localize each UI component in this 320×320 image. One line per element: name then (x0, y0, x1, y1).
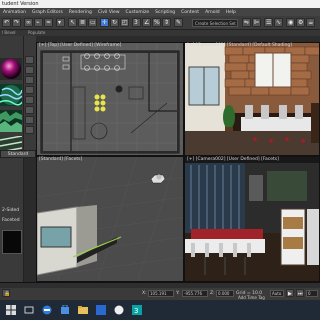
sample-type-icon[interactable] (25, 56, 34, 64)
unlink-icon[interactable]: ⌁ (34, 18, 43, 27)
ribbon-label-populate[interactable]: Populate (28, 30, 45, 35)
viewport-camera002-label[interactable]: [+] [Camera002] [User Defined] [Facets] (187, 157, 279, 162)
y-coord-label: Y: (176, 291, 180, 296)
curve-editor-icon[interactable]: ∿ (274, 18, 283, 27)
select-by-name-icon[interactable]: ≣ (78, 18, 87, 27)
floor-plan-wireframe (37, 43, 183, 155)
snap-icon[interactable]: 3 (132, 18, 141, 27)
menu-item-graph-editors[interactable]: Graph Editors (29, 10, 66, 15)
title-bar: tudent Version (0, 0, 320, 8)
edge-browser-icon[interactable] (42, 305, 52, 315)
key-mode-field[interactable]: Auto (270, 290, 284, 297)
material-sphere-green[interactable] (0, 84, 22, 106)
menu-item-scripting[interactable]: Scripting (152, 10, 178, 15)
selection-set-dropdown[interactable]: Create Selection Set (192, 19, 238, 27)
named-selection-icon[interactable]: ✎ (174, 18, 183, 27)
app-icon-blue[interactable] (96, 305, 106, 315)
menu-item-arnold[interactable]: Arnold (202, 10, 223, 15)
link-icon[interactable]: ∞ (24, 18, 33, 27)
viewport-perspective[interactable] (36, 156, 184, 282)
material-sphere-purple[interactable] (0, 58, 22, 80)
make-preview-icon[interactable] (25, 106, 34, 114)
rectangular-selection-icon[interactable]: ▭ (88, 18, 97, 27)
camera-target-marker (115, 85, 123, 93)
spinner-snap-icon[interactable]: ⇕ (162, 18, 171, 27)
task-view-icon[interactable] (24, 305, 34, 315)
material-options-icon[interactable] (25, 116, 34, 124)
material-type-button[interactable]: Standard (0, 150, 36, 158)
y-coord-field[interactable]: -955.776 (182, 290, 208, 297)
faceted-label[interactable]: Faceted (2, 218, 20, 223)
camera001-render (185, 43, 319, 155)
app-icon-white[interactable] (114, 305, 124, 315)
bind-space-warp-icon[interactable]: ≈ (44, 18, 53, 27)
main-toolbar: ↶ ↷ ∞ ⌁ ≈ ▾ ↖ ≣ ▭ ✛ ↻ ◰ 3 ∠ % ⇕ ✎ Create… (0, 16, 320, 30)
viewport-camera001-label[interactable]: [+] [Camera001] [Standard] [Default Shad… (187, 43, 292, 48)
window-title: tudent Version (2, 1, 39, 7)
windows-taskbar: 3 (0, 300, 320, 320)
uv-tiling-icon[interactable] (25, 86, 34, 94)
viewport-top[interactable] (36, 42, 184, 156)
material-editor-icon[interactable]: ◉ (286, 18, 295, 27)
menu-bar: Animation Graph Editors Rendering Civil … (0, 8, 320, 16)
render-setup-icon[interactable]: ⚙ (296, 18, 305, 27)
perspective-scene (37, 157, 183, 281)
x-coord-label: X: (142, 291, 147, 296)
select-and-scale-icon[interactable]: ◰ (120, 18, 129, 27)
selection-filter-icon[interactable]: ▾ (56, 18, 65, 27)
play-icon[interactable]: ▶ (286, 289, 294, 297)
viewport-top-label[interactable]: [+] [Top] [User Defined] [Wireframe] (39, 43, 121, 48)
video-color-check-icon[interactable] (25, 96, 34, 104)
file-explorer-icon[interactable] (78, 305, 88, 315)
status-bar: 🔒 X: 105.191 Y: -955.776 Z: 0.000 Grid =… (0, 288, 320, 300)
ribbon-bar: l Bevel Populate (0, 30, 320, 36)
material-sphere-leaves[interactable] (0, 110, 22, 132)
select-and-move-icon[interactable]: ✛ (100, 18, 109, 27)
3dsmax-taskbar-icon[interactable]: 3 (132, 305, 142, 315)
viewport-camera001[interactable] (184, 42, 320, 156)
menu-item-customize[interactable]: Customize (123, 10, 153, 15)
two-sided-label[interactable]: 2-Sided (2, 208, 19, 213)
x-coord-field[interactable]: 105.191 (148, 290, 174, 297)
redo-icon[interactable]: ↷ (12, 18, 21, 27)
mirror-icon[interactable]: ⇋ (242, 18, 251, 27)
viewport-camera002[interactable] (184, 156, 320, 282)
windows-start-icon[interactable] (6, 305, 16, 315)
z-coord-field[interactable]: 0.000 (216, 290, 234, 297)
menu-item-help[interactable]: Help (223, 10, 239, 15)
svg-text:3: 3 (134, 307, 138, 315)
viewport-perspective-label[interactable]: [Standard] [Facets] (39, 157, 82, 162)
backlight-icon[interactable] (25, 66, 34, 74)
angle-snap-icon[interactable]: ∠ (142, 18, 151, 27)
menu-item-animation[interactable]: Animation (0, 10, 29, 15)
ribbon-label-bevel[interactable]: l Bevel (2, 30, 16, 35)
background-icon[interactable] (25, 76, 34, 84)
select-object-icon[interactable]: ↖ (68, 18, 77, 27)
current-frame-field[interactable]: 0 (306, 290, 318, 297)
camera002-scene (185, 157, 319, 281)
material-tool-column (24, 36, 36, 156)
next-frame-icon[interactable]: ⏭ (296, 289, 304, 297)
percent-snap-icon[interactable]: % (152, 18, 161, 27)
z-coord-label: Z: (210, 291, 215, 296)
menu-item-rendering[interactable]: Rendering (66, 10, 95, 15)
select-and-rotate-icon[interactable]: ↻ (110, 18, 119, 27)
store-icon[interactable] (60, 305, 70, 315)
select-by-material-icon[interactable] (25, 126, 34, 134)
align-icon[interactable]: ⊫ (252, 18, 261, 27)
render-icon[interactable]: ☕ (306, 18, 315, 27)
color-swatch-black[interactable] (2, 230, 22, 254)
material-editor-panel: 2-Sided Faceted 0 0 (0, 36, 24, 282)
menu-item-civil-view[interactable]: Civil View (95, 10, 123, 15)
lock-selection-icon[interactable]: 🔒 (2, 289, 10, 297)
menu-item-content[interactable]: Content (178, 10, 202, 15)
undo-icon[interactable]: ↶ (2, 18, 11, 27)
layer-manager-icon[interactable]: ☰ (264, 18, 273, 27)
